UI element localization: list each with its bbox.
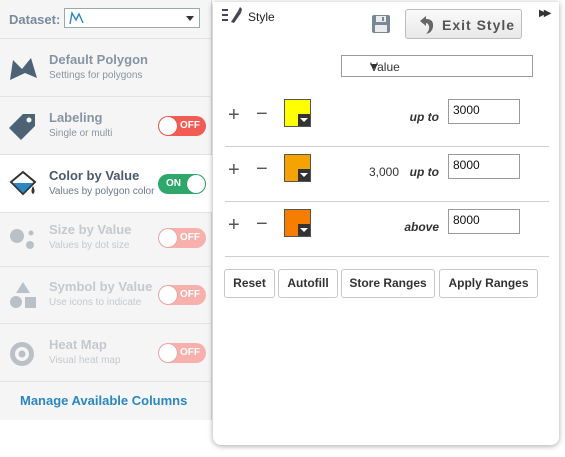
swatch-dropdown-icon (298, 169, 310, 181)
layer-default-polygon[interactable]: Default Polygon Settings for polygons (0, 39, 212, 97)
chevron-down-icon (370, 64, 378, 69)
toggle-label: ON (166, 178, 181, 189)
layer-subtitle: Values by dot size (49, 240, 130, 251)
layer-subtitle: Visual heat map (49, 355, 121, 366)
dots-icon (10, 229, 34, 249)
dataset-select[interactable] (64, 8, 200, 28)
layer-title: Color by Value (49, 168, 140, 183)
range-operator: up to (409, 110, 439, 124)
heat-map-toggle[interactable]: OFF (158, 343, 206, 363)
layer-subtitle: Settings for polygons (49, 70, 143, 81)
toggle-knob (159, 344, 177, 362)
remove-range-icon[interactable]: − (256, 104, 268, 124)
swatch-dropdown-icon (298, 114, 310, 126)
dataset-label: Dataset: (9, 12, 61, 27)
layer-symbol-by-value[interactable]: Symbol by Value Use icons to indicate OF… (0, 266, 212, 324)
style-panel: Style Exit Style ▶▶ Value + − up to 3000… (213, 2, 559, 445)
add-range-icon[interactable]: + (228, 215, 240, 235)
toggle-knob (187, 175, 205, 193)
range-row: + − 3,000 up to 8000 (225, 147, 549, 202)
remove-range-icon[interactable]: − (256, 159, 268, 179)
layer-title: Heat Map (49, 337, 107, 352)
remove-range-icon[interactable]: − (256, 214, 268, 234)
toggle-label: OFF (180, 347, 200, 358)
undo-arrow-icon (420, 16, 434, 34)
shapes-icon (10, 282, 36, 308)
tag-icon (9, 114, 35, 140)
heatmap-icon (10, 342, 34, 366)
color-by-value-toggle[interactable]: ON (158, 174, 206, 194)
range-row: + − up to 3000 (225, 92, 549, 147)
layer-size-by-value[interactable]: Size by Value Values by dot size OFF (0, 209, 212, 267)
autofill-button[interactable]: Autofill (278, 269, 338, 298)
layer-title: Size by Value (49, 222, 132, 237)
panel-title: Style (248, 10, 275, 24)
layer-title: Default Polygon (49, 52, 148, 67)
chevron-down-icon (186, 16, 194, 21)
range-operator: up to (409, 165, 439, 179)
add-range-icon[interactable]: + (228, 105, 240, 125)
layer-title: Labeling (49, 110, 103, 125)
size-by-value-toggle[interactable]: OFF (158, 228, 206, 248)
apply-ranges-button[interactable]: Apply Ranges (439, 269, 538, 298)
range-row: + − above 8000 (225, 202, 549, 257)
range-value-input[interactable]: 8000 (448, 209, 520, 234)
store-ranges-button[interactable]: Store Ranges (341, 269, 435, 298)
range-from: 3,000 (368, 165, 399, 179)
reset-button[interactable]: Reset (224, 269, 275, 298)
swatch-dropdown-icon (298, 224, 310, 236)
toggle-label: OFF (180, 120, 200, 131)
layer-color-by-value[interactable]: Color by Value Values by polygon color O… (0, 155, 212, 213)
polygon-icon (10, 58, 37, 80)
layer-panel: Dataset: Default Polygon Settings for po… (0, 0, 212, 420)
symbol-by-value-toggle[interactable]: OFF (158, 285, 206, 305)
collapse-panel-icon[interactable]: ▶▶ (539, 8, 552, 19)
layer-subtitle: Use icons to indicate (49, 297, 142, 308)
layer-subtitle: Single or multi (49, 128, 113, 139)
toggle-knob (159, 286, 177, 304)
range-operator: above (404, 220, 439, 234)
layer-title: Symbol by Value (49, 279, 153, 294)
range-value-input[interactable]: 3000 (448, 99, 520, 124)
paint-bucket-icon (9, 170, 37, 196)
toggle-label: OFF (180, 289, 200, 300)
color-swatch[interactable] (284, 99, 311, 127)
exit-style-button[interactable]: Exit Style (405, 9, 522, 39)
brush-icon (222, 7, 242, 23)
manage-columns-link[interactable]: Manage Available Columns (20, 393, 187, 408)
layer-heat-map[interactable]: Heat Map Visual heat map OFF (0, 324, 212, 382)
polygon-dataset-icon (69, 11, 84, 25)
add-range-icon[interactable]: + (228, 160, 240, 180)
toggle-knob (159, 117, 177, 135)
save-icon[interactable] (371, 14, 391, 34)
color-swatch[interactable] (284, 209, 311, 237)
toggle-knob (159, 229, 177, 247)
toggle-label: OFF (180, 232, 200, 243)
range-value-input[interactable]: 8000 (448, 154, 520, 179)
layer-subtitle: Values by polygon color (49, 186, 155, 197)
layer-labeling[interactable]: Labeling Single or multi OFF (0, 97, 212, 155)
value-column-select[interactable]: Value (341, 55, 533, 77)
dataset-row: Dataset: (0, 0, 212, 39)
color-swatch[interactable] (284, 154, 311, 182)
labeling-toggle[interactable]: OFF (158, 116, 206, 136)
exit-style-label: Exit Style (442, 17, 516, 33)
